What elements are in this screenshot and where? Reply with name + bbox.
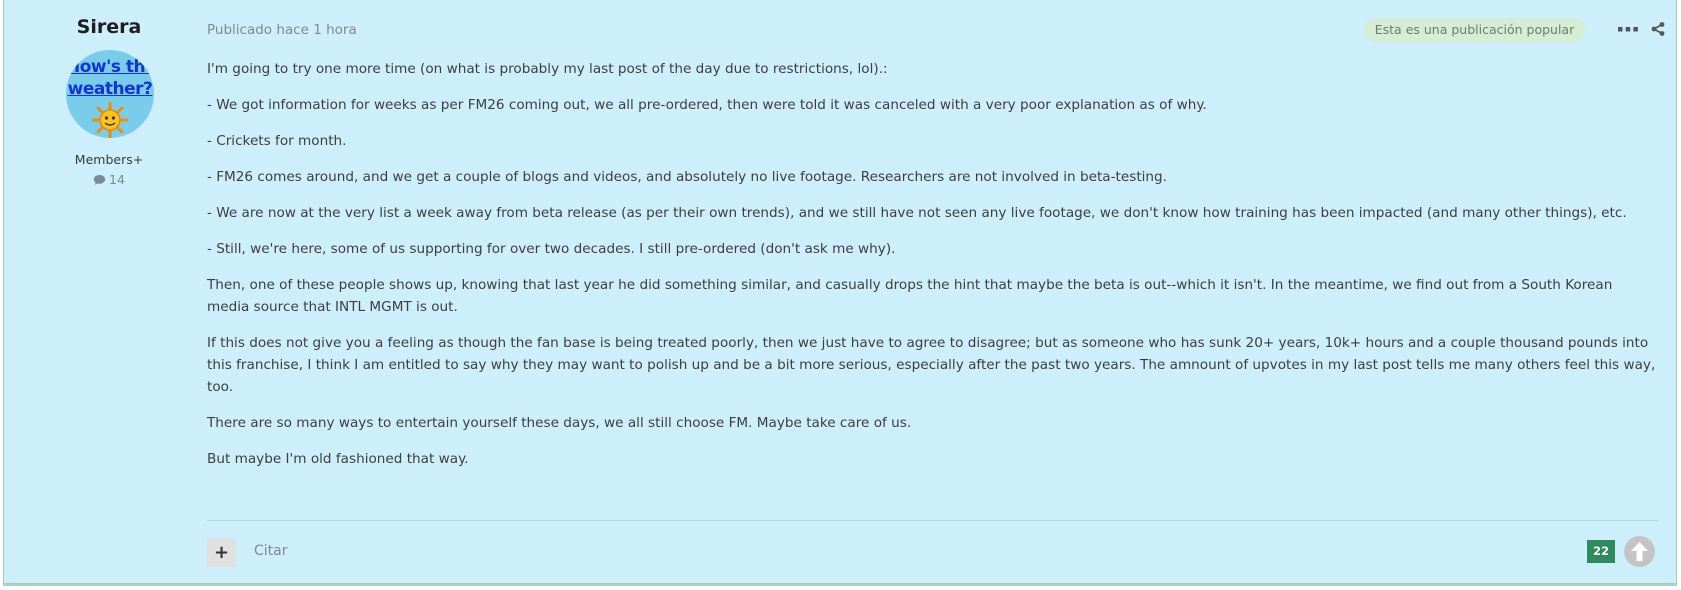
popular-badge: Esta es una publicación popular [1364, 18, 1585, 42]
post-paragraph: But maybe I'm old fashioned that way. [207, 451, 469, 467]
member-role: Members+ [74, 152, 144, 167]
reputation-count: 22 [1587, 540, 1615, 563]
forum-post: Sirera How's the weather? Members+ 14 Pu… [3, 0, 1677, 584]
avatar[interactable]: How's the weather? [66, 50, 154, 138]
quote-button[interactable]: Citar [254, 543, 288, 559]
upvote-button[interactable] [1624, 536, 1655, 567]
more-horizontal-icon[interactable] [1617, 23, 1639, 35]
post-paragraph: Then, one of these people shows up, know… [207, 277, 1613, 315]
post-paragraph: - We got information for weeks as per FM… [207, 97, 1207, 113]
sun-icon [92, 102, 128, 138]
avatar-text-line-1: How's the [66, 57, 154, 77]
post-paragraph: I'm going to try one more time (on what … [207, 61, 888, 77]
post-content: I'm going to try one more time (on what … [207, 58, 1657, 484]
avatar-text-line-2: weather? [67, 79, 153, 99]
post-paragraph: There are so many ways to entertain your… [207, 415, 912, 431]
post-paragraph: If this does not give you a feeling as t… [207, 335, 1656, 395]
post-paragraph: - Still, we're here, some of us supporti… [207, 241, 896, 257]
share-icon[interactable] [1650, 21, 1666, 37]
post-paragraph: - We are now at the very list a week awa… [207, 205, 1627, 221]
author-panel: Sirera How's the weather? Members+ 14 [4, 0, 214, 220]
post-paragraph: - Crickets for month. [207, 133, 347, 149]
comment-icon [93, 175, 106, 185]
multiquote-button[interactable]: + [207, 538, 236, 567]
post-paragraph: - FM26 comes around, and we get a couple… [207, 169, 1167, 185]
post-timestamp[interactable]: Publicado hace 1 hora [207, 22, 357, 38]
post-count-value: 14 [109, 172, 125, 187]
arrow-up-icon [1631, 542, 1648, 561]
post-count[interactable]: 14 [4, 172, 214, 187]
author-name[interactable]: Sirera [4, 16, 214, 38]
footer-divider [207, 520, 1659, 521]
